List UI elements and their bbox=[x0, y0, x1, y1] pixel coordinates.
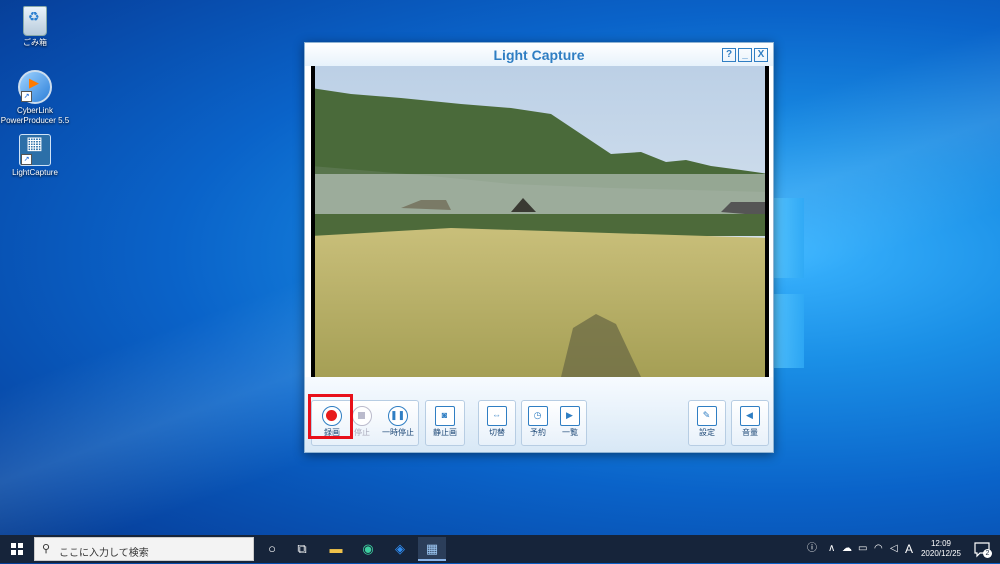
lightcapture-taskbar-icon[interactable]: ▦ bbox=[418, 537, 446, 561]
search-icon: ⚲ bbox=[42, 543, 51, 555]
taskbar-clock[interactable]: 12:09 2020/12/25 bbox=[917, 539, 965, 559]
battery-icon[interactable]: ▭ bbox=[858, 535, 867, 563]
schedule-list-group: ◷ 予約 ▶ 一覧 bbox=[521, 400, 587, 446]
task-view-icon[interactable]: ⧉ bbox=[288, 537, 316, 561]
desktop-icon-powerproducer[interactable]: ↗ CyberLink PowerProducer 5.5 bbox=[0, 70, 70, 126]
recycle-bin-icon bbox=[23, 6, 47, 36]
lightcapture-icon: ↗ bbox=[19, 134, 51, 166]
wifi-icon[interactable]: ◠ bbox=[874, 535, 883, 563]
speaker-icon: ◀ bbox=[740, 406, 760, 426]
edge-browser-icon[interactable]: ◉ bbox=[354, 537, 382, 561]
control-panel: 録画 停止 ❚❚ 一時停止 ◙ 静止画 ⇔ 切替 ◷ 予約 ▶ 一覧 ✎ 設定 … bbox=[305, 377, 773, 452]
windows-logo-wallpaper bbox=[770, 198, 804, 368]
volume-tray-icon[interactable]: ◁ bbox=[890, 535, 898, 563]
camera-icon: ◙ bbox=[435, 406, 455, 426]
volume-button[interactable]: ◀ 音量 bbox=[732, 401, 768, 445]
help-tray-icon[interactable]: ⓘ bbox=[807, 535, 817, 563]
switch-arrows-icon: ⇔ bbox=[487, 406, 507, 426]
clock-date: 2020/12/25 bbox=[920, 549, 962, 558]
title-bar[interactable]: Light Capture ? _ X bbox=[305, 43, 773, 66]
file-explorer-icon[interactable]: ▬ bbox=[322, 537, 350, 561]
settings-button[interactable]: ✎ 設定 bbox=[689, 401, 725, 445]
snapshot-button[interactable]: ◙ 静止画 bbox=[427, 401, 463, 445]
minimize-button[interactable]: _ bbox=[738, 48, 752, 62]
stop-icon bbox=[352, 406, 372, 426]
volume-group: ◀ 音量 bbox=[731, 400, 769, 446]
show-hidden-icons[interactable]: ∧ bbox=[828, 535, 835, 563]
playlist-icon: ▶ bbox=[560, 406, 580, 426]
notification-count-badge: 2 bbox=[983, 549, 992, 558]
clock-icon: ◷ bbox=[528, 406, 548, 426]
pause-button[interactable]: ❚❚ 一時停止 bbox=[378, 401, 418, 445]
pause-icon: ❚❚ bbox=[388, 406, 408, 426]
ime-indicator[interactable]: A bbox=[905, 535, 913, 563]
video-preview bbox=[311, 66, 769, 377]
switch-button[interactable]: ⇔ 切替 bbox=[479, 401, 515, 445]
desktop-icon-recycle-bin[interactable]: ごみ箱 bbox=[0, 6, 70, 48]
schedule-button[interactable]: ◷ 予約 bbox=[522, 401, 554, 445]
list-button[interactable]: ▶ 一覧 bbox=[554, 401, 586, 445]
onedrive-icon[interactable]: ☁ bbox=[842, 535, 852, 563]
clock-time: 12:09 bbox=[930, 539, 952, 548]
taskbar-search-box[interactable]: ⚲ ここに入力して検索 bbox=[34, 537, 254, 561]
desktop-icon-lightcapture[interactable]: ↗ LightCapture bbox=[0, 134, 70, 178]
snapshot-group: ◙ 静止画 bbox=[425, 400, 465, 446]
window-title: Light Capture bbox=[493, 47, 585, 63]
windows-start-icon bbox=[11, 543, 23, 555]
record-highlight-box bbox=[308, 394, 353, 439]
wrench-icon: ✎ bbox=[697, 406, 717, 426]
action-center-button[interactable]: 2 bbox=[972, 539, 992, 559]
close-button[interactable]: X bbox=[754, 48, 768, 62]
help-button[interactable]: ? bbox=[722, 48, 736, 62]
dropbox-icon[interactable]: ◈ bbox=[386, 537, 414, 561]
light-capture-window: Light Capture ? _ X 録画 停止 ❚❚ 一時停止 ◙ 静止画 … bbox=[304, 42, 774, 453]
taskbar: ⚲ ここに入力して検索 ○ ⧉ ▬ ◉ ◈ ▦ ⓘ ∧ ☁ ▭ ◠ ◁ A 12… bbox=[0, 535, 1000, 563]
powerproducer-icon: ↗ bbox=[18, 70, 52, 104]
settings-group: ✎ 設定 bbox=[688, 400, 726, 446]
start-button[interactable] bbox=[0, 535, 34, 563]
switch-group: ⇔ 切替 bbox=[478, 400, 516, 446]
cortana-icon[interactable]: ○ bbox=[258, 537, 286, 561]
